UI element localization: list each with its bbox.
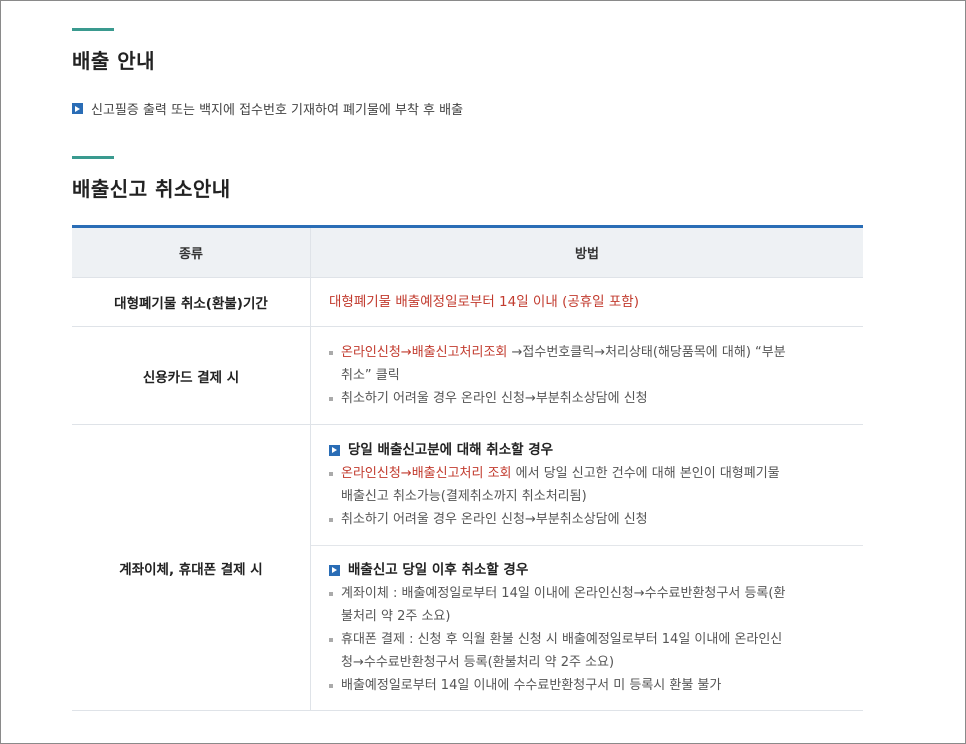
list-item-text: 에서 당일 신고한 건수에 대해 본인이 대형폐기물 bbox=[511, 466, 780, 481]
cancel-table: 종류 방법 대형폐기물 취소(환불)기간 대형폐기물 배출예정일로부터 14일 … bbox=[72, 225, 863, 711]
guide-line: 신고필증 출력 또는 백지에 접수번호 기재하여 폐기물에 부착 후 배출 bbox=[72, 98, 463, 118]
list-item-text: 취소하기 어려울 경우 온라인 신청→부분취소상담에 신청 bbox=[341, 391, 648, 406]
list-item-text: 청→수수료반환청구서 등록(환불처리 약 2주 소요) bbox=[341, 655, 615, 670]
list-item-text: 계좌이체 : 배출예정일로부터 14일 이내에 온라인신청→수수료반환청구서 등… bbox=[341, 586, 786, 601]
list-item: 계좌이체 : 배출예정일로부터 14일 이내에 온라인신청→수수료반환청구서 등… bbox=[329, 582, 845, 628]
list-item-text: 취소” 클릭 bbox=[341, 368, 400, 383]
sub-heading-text: 당일 배출신고분에 대해 취소할 경우 bbox=[348, 442, 554, 458]
section-title: 배출 안내 bbox=[72, 49, 156, 73]
row-kind: 신용카드 결제 시 bbox=[72, 326, 311, 425]
row-kind: 계좌이체, 휴대폰 결제 시 bbox=[72, 424, 311, 711]
row-kind: 대형폐기물 취소(환불)기간 bbox=[72, 277, 311, 327]
list-item-text: 취소하기 어려울 경우 온라인 신청→부분취소상담에 신청 bbox=[341, 512, 648, 527]
list-item-text: 휴대폰 결제 : 신청 후 익월 환불 신청 시 배출예정일로부터 14일 이내… bbox=[341, 632, 783, 647]
list-item: 온라인신청→배출신고처리 조회 에서 당일 신고한 건수에 대해 본인이 대형폐… bbox=[329, 462, 845, 508]
section-discharge-guide: 배출 안내 신고필증 출력 또는 백지에 접수번호 기재하여 폐기물에 부착 후… bbox=[72, 28, 463, 118]
arrow-bullet-icon bbox=[72, 103, 83, 114]
table-header-row: 종류 방법 bbox=[72, 226, 863, 278]
section-accent-bar bbox=[72, 28, 114, 31]
list-item: 취소하기 어려울 경우 온라인 신청→부분취소상담에 신청 bbox=[329, 387, 845, 410]
row-method: 당일 배출신고분에 대해 취소할 경우 온라인신청→배출신고처리 조회 에서 당… bbox=[310, 424, 863, 711]
online-link[interactable]: 온라인신청→배출신고처리 조회 bbox=[341, 466, 512, 481]
list-item-text: 배출예정일로부터 14일 이내에 수수료반환청구서 미 등록시 환불 불가 bbox=[341, 678, 722, 693]
table-row: 대형폐기물 취소(환불)기간 대형폐기물 배출예정일로부터 14일 이내 (공휴… bbox=[72, 277, 863, 327]
list-item: 배출예정일로부터 14일 이내에 수수료반환청구서 미 등록시 환불 불가 bbox=[329, 674, 845, 697]
arrow-bullet-icon bbox=[329, 444, 340, 456]
header-kind: 종류 bbox=[72, 226, 311, 278]
section-accent-bar bbox=[72, 156, 114, 159]
sub-heading: 당일 배출신고분에 대해 취소할 경우 bbox=[329, 438, 845, 462]
list-item-text: 불처리 약 2주 소요) bbox=[341, 609, 451, 624]
sub-heading-text: 배출신고 당일 이후 취소할 경우 bbox=[348, 562, 529, 578]
section-title: 배출신고 취소안내 bbox=[72, 177, 231, 201]
arrow-bullet-icon bbox=[329, 564, 340, 576]
row-method: 온라인신청→배출신고처리조회 →접수번호클릭→처리상태(해당품목에 대해) “부… bbox=[310, 326, 863, 425]
row-method: 대형폐기물 배출예정일로부터 14일 이내 (공휴일 포함) bbox=[310, 277, 863, 327]
period-text: 대형폐기물 배출예정일로부터 14일 이내 (공휴일 포함) bbox=[329, 293, 639, 310]
divider bbox=[311, 545, 863, 546]
list-item: 휴대폰 결제 : 신청 후 익월 환불 신청 시 배출예정일로부터 14일 이내… bbox=[329, 628, 845, 674]
online-link[interactable]: 온라인신청→배출신고처리조회 bbox=[341, 345, 507, 360]
list-item-text: 배출신고 취소가능(결제취소까지 취소처리됨) bbox=[341, 489, 587, 504]
list-item: 취소하기 어려울 경우 온라인 신청→부분취소상담에 신청 bbox=[329, 508, 845, 531]
list-item: 온라인신청→배출신고처리조회 →접수번호클릭→처리상태(해당품목에 대해) “부… bbox=[329, 341, 845, 387]
section-cancel-guide: 배출신고 취소안내 bbox=[72, 156, 231, 202]
table-row: 계좌이체, 휴대폰 결제 시 당일 배출신고분에 대해 취소할 경우 온라인신청… bbox=[72, 424, 863, 711]
list-item-text: →접수번호클릭→처리상태(해당품목에 대해) “부분 bbox=[507, 345, 786, 360]
table-row: 신용카드 결제 시 온라인신청→배출신고처리조회 →접수번호클릭→처리상태(해당… bbox=[72, 326, 863, 425]
header-method: 방법 bbox=[310, 226, 863, 278]
sub-heading: 배출신고 당일 이후 취소할 경우 bbox=[329, 558, 845, 582]
guide-text: 신고필증 출력 또는 백지에 접수번호 기재하여 폐기물에 부착 후 배출 bbox=[91, 103, 464, 118]
